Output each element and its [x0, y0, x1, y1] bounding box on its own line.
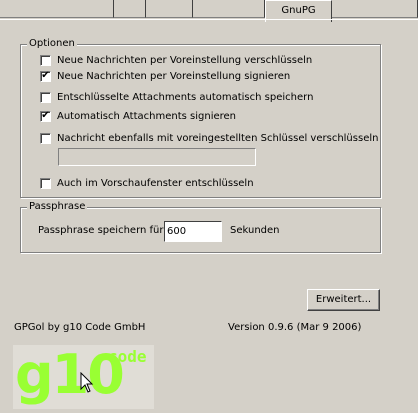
check-icon: ✔ [41, 110, 50, 121]
tab-6[interactable] [332, 0, 418, 18]
checkbox-encrypt-default[interactable] [40, 54, 51, 66]
passphrase-label: Passphrase speichern für [38, 225, 164, 236]
tab-1[interactable] [0, 0, 114, 18]
checkbox-sign-default[interactable]: ✔ [40, 70, 51, 82]
mouse-cursor-icon [80, 372, 94, 393]
checkbox-encrypt-default-key[interactable] [40, 132, 51, 144]
option-label: Neue Nachrichten per Voreinstellung sign… [57, 70, 291, 82]
option-encrypt-default-key[interactable]: Nachricht ebenfalls mit voreingestellten… [40, 130, 378, 146]
checkbox-save-attachments[interactable] [40, 91, 51, 103]
option-sign-attachments[interactable]: ✔ Automatisch Attachments signieren [40, 108, 236, 124]
option-label: Neue Nachrichten per Voreinstellung vers… [57, 54, 313, 66]
tab-3[interactable] [146, 0, 193, 18]
option-save-attachments[interactable]: Entschlüsselte Attachments automatisch s… [40, 89, 313, 105]
checkbox-preview-decrypt[interactable] [40, 177, 51, 189]
product-name: GPGol by g10 Code GmbH [14, 322, 146, 333]
tab-4[interactable] [193, 0, 265, 18]
advanced-button[interactable]: Erweitert... [307, 289, 380, 311]
checkbox-sign-attachments[interactable]: ✔ [40, 110, 51, 122]
default-key-field [58, 148, 256, 166]
tab-strip: GnuPG [0, 0, 418, 22]
option-sign-default[interactable]: ✔ Neue Nachrichten per Voreinstellung si… [40, 68, 290, 84]
passphrase-title: Passphrase [27, 201, 88, 213]
optionen-title: Optionen [27, 38, 77, 50]
option-label: Automatisch Attachments signieren [57, 110, 237, 122]
option-encrypt-default[interactable]: Neue Nachrichten per Voreinstellung vers… [40, 52, 312, 68]
tab-2[interactable] [114, 0, 146, 18]
logo-g10-text: g10 [15, 343, 125, 406]
option-label: Nachricht ebenfalls mit voreingestellten… [57, 132, 379, 144]
version-text: Version 0.9.6 (Mar 9 2006) [228, 322, 362, 333]
option-label: Entschlüsselte Attachments automatisch s… [57, 91, 314, 103]
passphrase-unit: Sekunden [230, 225, 280, 236]
logo-code-text: code [108, 347, 147, 366]
option-preview-decrypt[interactable]: Auch im Vorschaufenster entschlüsseln [40, 175, 254, 191]
passphrase-seconds-input[interactable]: 600 [164, 221, 222, 242]
check-icon: ✔ [41, 70, 50, 81]
option-label: Auch im Vorschaufenster entschlüsseln [57, 177, 254, 189]
